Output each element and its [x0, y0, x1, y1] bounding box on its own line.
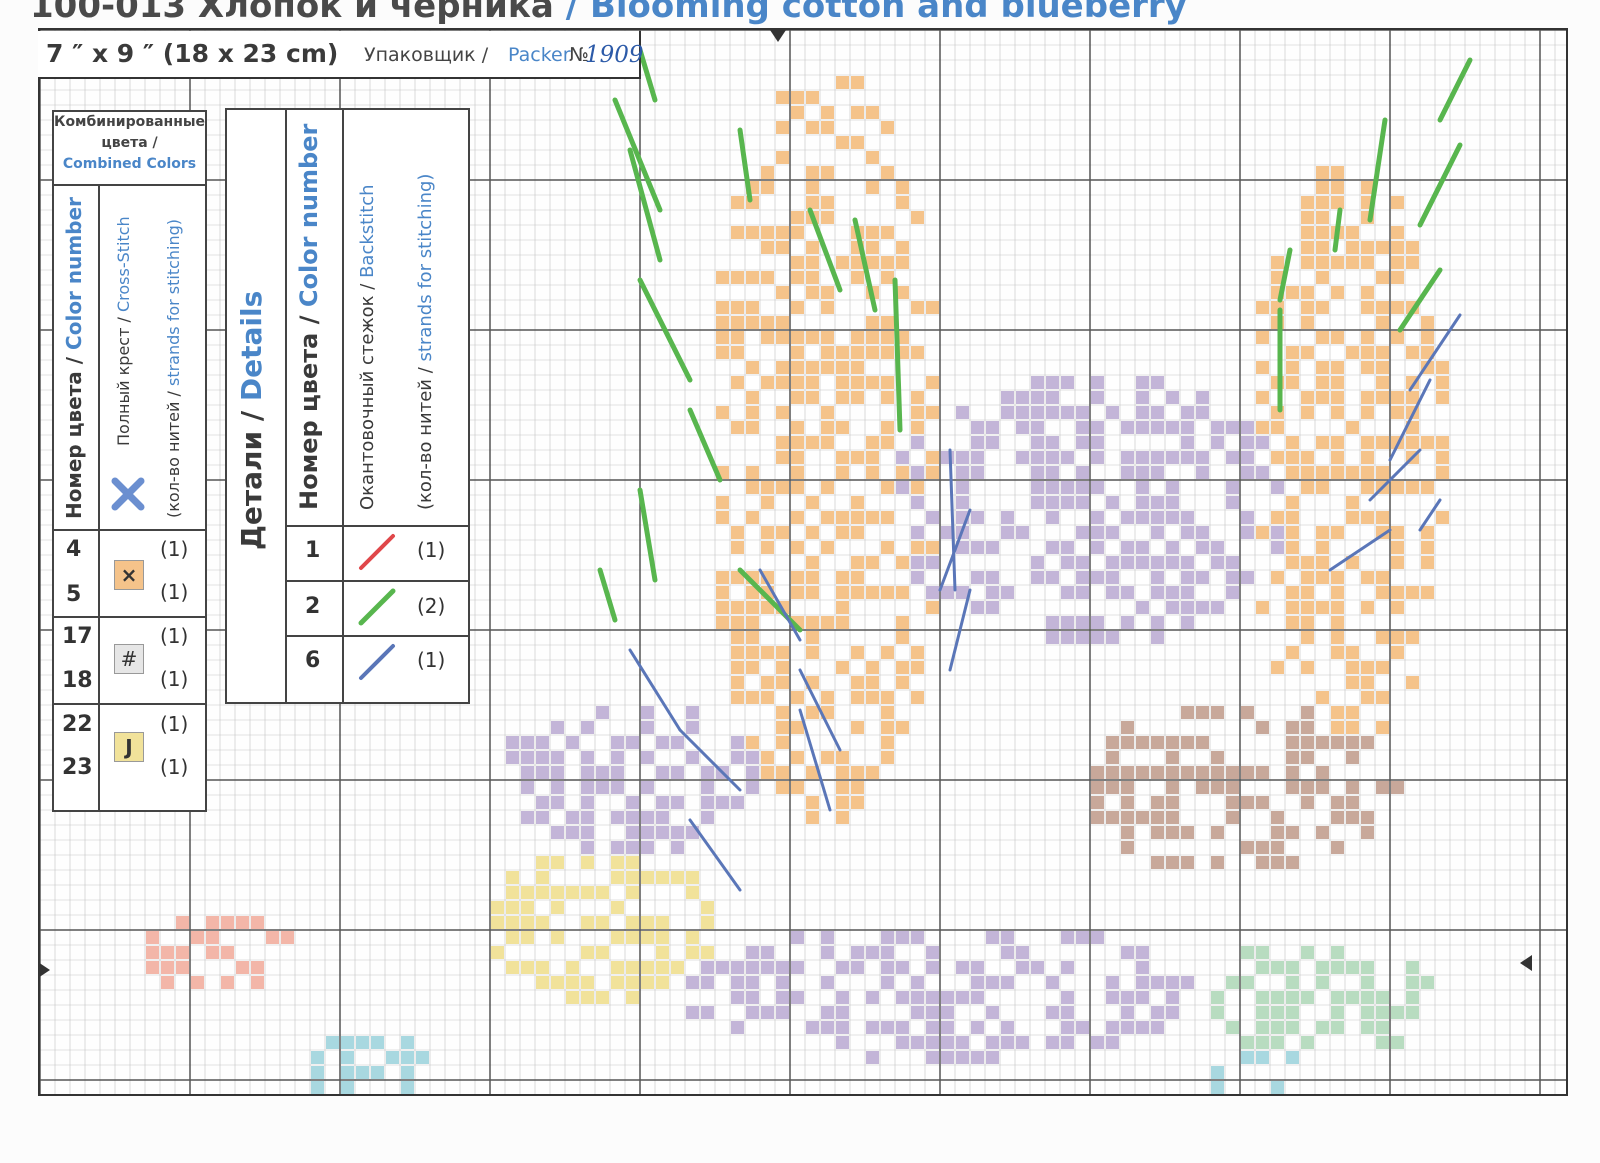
details-col-number: Номер цвета / Color number — [295, 124, 323, 510]
combined-col-cross-ru: Полный крест / — [114, 317, 133, 446]
pattern-title: 100-013 Хлопок и черника / Blooming cott… — [30, 0, 1187, 26]
combined-col-strands: (кол-во нитей / strands for stitching) — [164, 219, 183, 518]
divider — [54, 529, 205, 531]
strands-count: (1) — [417, 538, 446, 562]
combined-col-cross-en: Cross-Stitch — [114, 216, 133, 313]
combined-col-number-en: Color number — [62, 197, 86, 350]
color-number: 4 — [66, 537, 82, 562]
color-number: 6 — [305, 648, 321, 673]
backstitch-line-icon — [359, 534, 395, 570]
title-separator: / — [565, 0, 579, 26]
color-number: 17 — [62, 624, 93, 649]
symbol-swatch: # — [114, 644, 144, 674]
combined-col-strands-en: strands for stitching) — [164, 218, 183, 386]
combined-title-en: Combined Colors — [62, 156, 197, 172]
divider — [54, 616, 205, 618]
divider — [98, 184, 100, 810]
design-size: 7 ″ x 9 ″ (18 x 23 cm) — [46, 39, 339, 68]
details-col-strands-ru: (кол-во нитей / — [415, 367, 436, 510]
strands-count: (1) — [417, 648, 446, 672]
triangle-marker-icon — [1520, 955, 1532, 971]
cross-stitch-icon — [111, 477, 145, 511]
combined-col-number: Номер цвета / Color number — [62, 197, 86, 519]
strands-count: (1) — [160, 667, 189, 691]
color-number: 5 — [66, 582, 82, 607]
details-col-number-en: Color number — [295, 123, 323, 308]
details-col-number-ru: Номер цвета / — [295, 315, 323, 510]
triangle-marker-icon — [38, 962, 50, 978]
strands-count: (1) — [160, 755, 189, 779]
symbol-swatch: J — [114, 732, 144, 762]
details-col-strands: (кол-во нитей / strands for stitching) — [415, 174, 436, 510]
color-number: 2 — [305, 594, 321, 619]
strands-count: (2) — [417, 594, 446, 618]
triangle-marker-icon — [770, 30, 786, 42]
pattern-page: 100-013 Хлопок и черника / Blooming cott… — [0, 0, 1600, 1163]
symbol-swatch: × — [114, 560, 144, 590]
title-ru: 100-013 Хлопок и черника — [30, 0, 554, 26]
divider — [54, 703, 205, 705]
size-info-box: 7 ″ x 9 ″ (18 x 23 cm) Упаковщик / Packe… — [38, 31, 644, 79]
combined-col-strands-ru: (кол-во нитей / — [164, 391, 183, 518]
strands-count: (1) — [160, 712, 189, 736]
backstitch-line-icon — [359, 644, 395, 680]
strands-count: (1) — [160, 624, 189, 648]
packer-label-ru: Упаковщик / — [364, 44, 489, 66]
divider — [285, 635, 470, 637]
color-number: 18 — [62, 668, 93, 693]
packer-label-en: Packer — [508, 44, 571, 66]
combined-title-ru: Комбинированные цвета / — [54, 114, 206, 151]
details-col-backstitch: Окантовочный стежок / Backstitch — [357, 184, 378, 510]
details-col-back-en: Backstitch — [357, 184, 378, 278]
combined-col-number-ru: Номер цвета / — [62, 356, 86, 519]
combined-colors-table: Комбинированные цвета / Combined Colors … — [52, 110, 207, 812]
combined-colors-header: Комбинированные цвета / Combined Colors — [54, 112, 205, 186]
backstitch-line-icon — [358, 588, 396, 626]
details-title: Детали / Details — [235, 291, 268, 550]
title-en: Blooming cotton and blueberry — [589, 0, 1187, 26]
color-number: 22 — [62, 712, 93, 737]
details-title-en: Details — [235, 290, 268, 402]
divider — [285, 525, 470, 527]
details-table: Детали / Details Номер цвета / Color num… — [225, 108, 470, 704]
combined-column-headers: Номер цвета / Color number Полный крест … — [54, 184, 205, 530]
divider — [285, 110, 287, 702]
color-number: 1 — [305, 538, 321, 563]
details-col-strands-en: strands for stitching) — [415, 173, 436, 362]
details-title-ru: Детали / — [235, 410, 268, 550]
strands-count: (1) — [160, 537, 189, 561]
color-number: 23 — [62, 755, 93, 780]
strands-count: (1) — [160, 580, 189, 604]
packer-number: 1909 — [585, 42, 644, 68]
divider — [285, 580, 470, 582]
combined-col-cross: Полный крест / Cross-Stitch — [114, 216, 133, 446]
divider — [342, 110, 344, 702]
details-col-back-ru: Окантовочный стежок / — [357, 283, 378, 510]
